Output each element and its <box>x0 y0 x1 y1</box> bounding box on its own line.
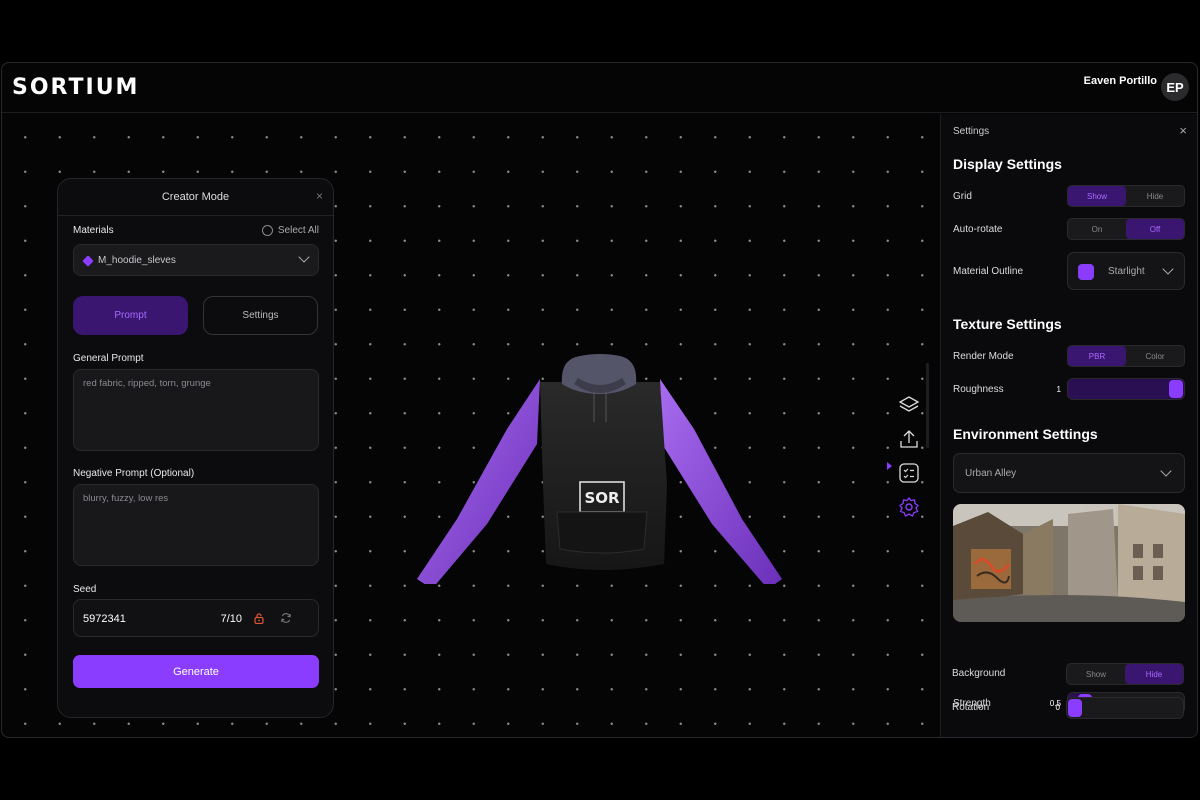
close-icon[interactable]: × <box>316 189 323 203</box>
material-outline-dropdown[interactable]: Starlight <box>1067 252 1185 290</box>
negative-prompt-field[interactable]: blurry, fuzzy, low res <box>73 484 319 566</box>
settings-gear-icon[interactable] <box>898 496 920 518</box>
creator-panel: Creator Mode × Materials Select All M_ho… <box>57 178 334 718</box>
hoodie-model[interactable]: SOR <box>412 354 788 584</box>
environment-value: Urban Alley <box>965 468 1017 479</box>
render-pbr-option[interactable]: PBR <box>1068 346 1126 366</box>
render-mode-toggle: PBR Color <box>1067 345 1185 367</box>
rail-scrollbar[interactable] <box>926 363 929 448</box>
chevron-down-icon <box>1160 465 1172 477</box>
hoodie-logo: SOR <box>584 489 620 507</box>
material-value: M_hoodie_sleves <box>98 255 176 266</box>
select-all-checkbox[interactable]: Select All <box>261 225 319 236</box>
environment-settings-title: Environment Settings <box>953 426 1098 442</box>
autorotate-toggle: On Off <box>1067 218 1185 240</box>
negative-prompt-label: Negative Prompt (Optional) <box>73 468 195 479</box>
creator-header: Creator Mode × <box>58 179 333 216</box>
settings-panel: Settings × Display Settings Grid Show Hi… <box>940 114 1197 737</box>
rotation-slider-thumb[interactable] <box>1068 699 1082 717</box>
tab-settings[interactable]: Settings <box>203 296 318 335</box>
background-label: Background <box>952 668 1006 679</box>
roughness-slider-fill <box>1068 379 1184 399</box>
checklist-icon[interactable] <box>898 462 920 484</box>
select-all-label: Select All <box>277 225 319 236</box>
autorotate-off-option[interactable]: Off <box>1126 219 1184 239</box>
grid-show-option[interactable]: Show <box>1068 186 1126 206</box>
autorotate-label: Auto-rotate <box>953 224 1003 235</box>
general-prompt-field[interactable]: red fabric, ripped, torn, grunge <box>73 369 319 451</box>
upload-icon[interactable] <box>898 428 920 450</box>
render-mode-label: Render Mode <box>953 351 1014 362</box>
rotation-value: 0 <box>1055 703 1060 712</box>
materials-label: Materials <box>73 225 114 236</box>
roughness-value: 1 <box>1056 385 1061 394</box>
grid-label: Grid <box>953 191 972 202</box>
background-toggle: Show Hide <box>1066 663 1184 685</box>
rotation-label: Rotation <box>952 702 990 713</box>
checkbox-icon <box>261 225 273 236</box>
outline-value: Starlight <box>1108 266 1145 277</box>
material-outline-label: Material Outline <box>953 266 1024 277</box>
render-color-option[interactable]: Color <box>1126 346 1184 366</box>
chevron-down-icon <box>298 251 310 263</box>
background-hide-option[interactable]: Hide <box>1125 664 1183 684</box>
active-tool-indicator <box>887 462 892 470</box>
user-name: Eaven Portillo <box>1083 75 1157 87</box>
roughness-label: Roughness <box>953 384 1004 395</box>
environment-preview-image <box>953 504 1185 622</box>
refresh-icon[interactable] <box>280 612 292 624</box>
roughness-slider[interactable] <box>1067 378 1185 400</box>
app-window: SORTIUM Eaven Portillo EP Creator Mode ×… <box>1 62 1198 738</box>
layers-icon[interactable] <box>898 394 920 416</box>
cube-icon <box>82 255 94 267</box>
display-settings-title: Display Settings <box>953 156 1062 172</box>
texture-settings-title: Texture Settings <box>953 316 1062 332</box>
autorotate-on-option[interactable]: On <box>1068 219 1126 239</box>
tab-prompt[interactable]: Prompt <box>73 296 188 335</box>
lock-icon[interactable] <box>254 613 264 624</box>
seed-value: 5972341 <box>83 613 126 625</box>
settings-header: Settings <box>953 126 990 137</box>
grid-hide-option[interactable]: Hide <box>1126 186 1184 206</box>
outline-color-swatch <box>1078 264 1094 280</box>
avatar[interactable]: EP <box>1161 73 1189 101</box>
creator-title: Creator Mode <box>161 191 230 203</box>
close-icon[interactable]: × <box>1179 123 1187 138</box>
seed-input[interactable]: 5972341 7/10 <box>73 599 319 637</box>
3d-viewport[interactable]: Creator Mode × Materials Select All M_ho… <box>2 114 939 737</box>
environment-dropdown[interactable]: Urban Alley <box>953 453 1185 493</box>
chevron-down-icon <box>1162 263 1174 275</box>
generate-button[interactable]: Generate <box>73 655 319 688</box>
seed-label: Seed <box>73 584 97 595</box>
seed-count: 7/10 <box>220 613 242 625</box>
background-show-option[interactable]: Show <box>1067 664 1125 684</box>
rotation-slider[interactable] <box>1066 697 1184 719</box>
material-dropdown[interactable]: M_hoodie_sleves <box>73 244 319 276</box>
grid-toggle: Show Hide <box>1067 185 1185 207</box>
top-bar: SORTIUM Eaven Portillo EP <box>2 63 1197 113</box>
roughness-slider-thumb[interactable] <box>1169 380 1183 398</box>
general-prompt-label: General Prompt <box>73 353 144 364</box>
brand-logo: SORTIUM <box>12 75 140 100</box>
